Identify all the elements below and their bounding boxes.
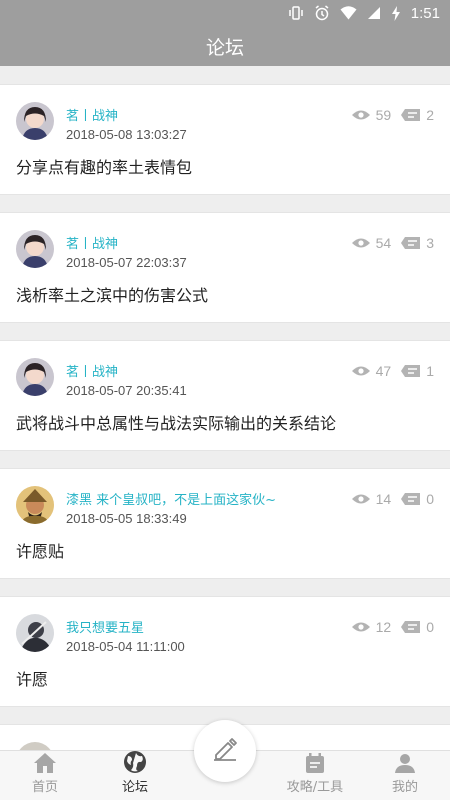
post-time: 2018-05-05 18:33:49 [66, 511, 187, 526]
view-count: 59 [375, 107, 392, 123]
post-author[interactable]: 茗丨战神 [66, 105, 118, 124]
comment-count: 0 [426, 491, 434, 507]
forum-feed[interactable]: 茗丨战神 2018-05-08 13:03:27 59 2 分享点有趣的率土表情… [0, 66, 450, 750]
forum-post[interactable]: 漆黑 来个皇叔吧，不是上面这家伙~ 2018-05-05 18:33:49 14… [0, 468, 450, 579]
post-time: 2018-05-04 11:11:00 [66, 639, 185, 654]
page-title: 论坛 [205, 36, 244, 59]
post-title[interactable]: 许愿 [16, 666, 48, 690]
view-count: 14 [375, 491, 392, 507]
comment-count: 0 [426, 619, 434, 635]
post-stats: 54 3 [351, 235, 434, 251]
post-author[interactable]: 漆黑 来个皇叔吧，不是上面这家伙~ [66, 489, 276, 508]
forum-post[interactable]: 我只想要五星 2018-05-04 11:11:00 12 0 许愿 [0, 596, 450, 707]
home-icon [33, 751, 57, 774]
page-title-bar: 论坛 [0, 26, 450, 66]
tab-guides-tools[interactable]: 攻略/工具 [270, 751, 360, 800]
tab-label: 论坛 [121, 780, 148, 795]
post-title[interactable]: 浅析率土之滨中的伤害公式 [16, 282, 208, 306]
person-icon [394, 751, 416, 774]
avatar[interactable] [16, 358, 54, 396]
post-title[interactable]: 武将战斗中总属性与战法实际输出的关系结论 [16, 410, 336, 434]
comment-count: 1 [426, 363, 434, 379]
battery-charging-icon [391, 5, 401, 21]
tab-label: 首页 [31, 780, 58, 795]
post-title[interactable]: 分享点有趣的率土表情包 [16, 154, 192, 178]
comment-icon [401, 620, 421, 634]
calendar-icon [304, 751, 326, 774]
avatar[interactable] [16, 102, 54, 140]
eye-icon [351, 237, 371, 249]
tab-label: 我的 [391, 780, 418, 795]
vibrate-icon [288, 6, 304, 20]
comment-icon [401, 236, 421, 250]
comment-icon [401, 108, 421, 122]
globe-icon [123, 750, 147, 774]
post-stats: 59 2 [351, 107, 434, 123]
post-stats: 12 0 [351, 619, 434, 635]
forum-post[interactable]: 茗丨战神 2018-05-07 22:03:37 54 3 浅析率土之滨中的伤害… [0, 212, 450, 323]
eye-icon [351, 493, 371, 505]
view-count: 54 [375, 235, 392, 251]
tab-me[interactable]: 我的 [360, 751, 450, 800]
avatar[interactable] [16, 614, 54, 652]
eye-icon [351, 109, 371, 121]
post-title[interactable]: 许愿贴 [16, 538, 64, 562]
view-count: 12 [375, 619, 392, 635]
post-time: 2018-05-07 22:03:37 [66, 255, 187, 270]
comment-icon [401, 492, 421, 506]
forum-post[interactable]: 茗丨战神 2018-05-07 20:35:41 47 1 武将战斗中总属性与战… [0, 340, 450, 451]
status-bar: 1:51 [0, 0, 450, 26]
tab-forum[interactable]: 论坛 [90, 751, 180, 800]
post-author[interactable]: 茗丨战神 [66, 233, 118, 252]
post-time: 2018-05-08 13:03:27 [66, 127, 187, 142]
post-stats: 47 1 [351, 363, 434, 379]
comment-count: 2 [426, 107, 434, 123]
alarm-icon [314, 5, 330, 21]
eye-icon [351, 365, 371, 377]
post-time: 2018-05-07 20:35:41 [66, 383, 187, 398]
signal-icon [367, 6, 381, 20]
comment-icon [401, 364, 421, 378]
post-stats: 14 0 [351, 491, 434, 507]
edit-icon [212, 736, 238, 766]
post-author[interactable]: 茗丨战神 [66, 361, 118, 380]
wifi-icon [340, 6, 357, 20]
avatar[interactable] [16, 486, 54, 524]
eye-icon [351, 621, 371, 633]
avatar[interactable] [16, 742, 54, 750]
tab-home[interactable]: 首页 [0, 751, 90, 800]
comment-count: 3 [426, 235, 434, 251]
post-author[interactable]: 我只想要五星 [66, 617, 144, 636]
forum-post[interactable]: 茗丨战神 2018-05-08 13:03:27 59 2 分享点有趣的率土表情… [0, 84, 450, 195]
view-count: 47 [375, 363, 392, 379]
avatar[interactable] [16, 230, 54, 268]
tab-label: 攻略/工具 [286, 780, 344, 795]
clock: 1:51 [410, 4, 440, 22]
compose-post-button[interactable] [194, 720, 256, 782]
